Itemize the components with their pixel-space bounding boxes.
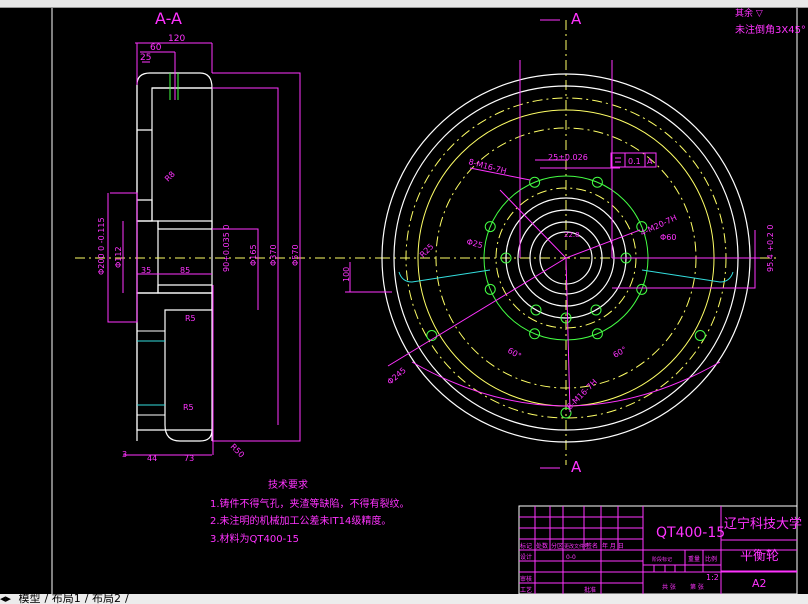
scale-label: 比例 [705, 555, 717, 563]
roughness-note: 其余 ▽ [735, 7, 763, 19]
dim-label: 120 [168, 34, 185, 44]
dim-label: 60° [612, 345, 629, 360]
rim-bottom-hatch [136, 292, 213, 442]
bolt-hole [694, 330, 706, 341]
dim-label: Φ570 [291, 244, 300, 266]
dim-label: 44 [147, 454, 157, 463]
dim-label: A [647, 157, 653, 166]
dim-label: 85 [180, 266, 190, 275]
dim-label: 8-M16-7H [467, 157, 507, 176]
keyway [157, 220, 213, 294]
front-view: 25±0.026 0.1 A 8-M16-7H R25 Φ25 100 Φ245… [342, 10, 780, 476]
dim-label: 95.4 +0.2 0 [766, 225, 775, 272]
layout-tabs: ◂▸ 模型 / 布局1/ 布局2/ [0, 594, 808, 604]
weight-label: 重量 [688, 555, 700, 563]
dim-label: 73 [184, 454, 194, 463]
header-cell: 签名 [586, 542, 598, 550]
dim-label: 90+0.035 0 [222, 225, 231, 272]
row-label: 设计 [520, 553, 532, 561]
sheet-number: 第 张 [690, 583, 704, 591]
dim-label: 25 [140, 53, 151, 63]
tab-nav-arrows[interactable]: ◂▸ [0, 594, 11, 604]
material-label: QT400-15 [656, 525, 725, 541]
dim-label: Φ112 [114, 246, 123, 268]
dim-label: R8 [163, 170, 177, 184]
dim-label: Φ165 [249, 244, 258, 266]
tab-model[interactable]: 模型 [19, 594, 41, 604]
row-label: 审核 [520, 575, 532, 583]
dim-label: R5 [185, 314, 196, 323]
header-cell: 年 月 日 [602, 542, 624, 550]
note-item: 1.铸件不得气孔，夹渣等缺陷，不得有裂纹。 [210, 497, 410, 510]
dim-label: 35 [141, 266, 151, 275]
dim-label: 3 [122, 450, 127, 459]
note-item: 2.未注明的机械加工公差未IT14级精度。 [210, 514, 391, 527]
header-cell: 分区 [551, 542, 563, 550]
tab-layout2[interactable]: 布局2 [92, 594, 121, 604]
stage-label: 阶段标记 [652, 556, 672, 563]
cad-drawing-canvas[interactable]: A-A 120 60 25 R8 35 85 Φ200 0 -0.115 Φ11… [0, 0, 808, 604]
chamfer-note: 未注倒角3X45° [735, 23, 806, 36]
dim-label: 60 [150, 43, 162, 53]
section-title: A-A [155, 9, 182, 28]
design-date: 0-0 [566, 554, 576, 561]
dim-label: 22.8 [564, 231, 580, 239]
approve-label: 批准 [584, 586, 596, 594]
dim-label: Φ370 [269, 244, 278, 266]
dim-label: Φ200 0 -0.115 [97, 217, 106, 275]
total-sheets: 共 张 [662, 583, 676, 591]
section-mark-bottom: A [571, 458, 582, 476]
technical-requirements: 技术要求 1.铸件不得气孔，夹渣等缺陷，不得有裂纹。 2.未注明的机械加工公差未… [210, 478, 410, 545]
part-name: 平衡轮 [740, 549, 779, 564]
university-label: 辽宁科技大学 [724, 516, 802, 532]
header-cell: 处数 [536, 542, 548, 550]
dim-label: Φ25 [465, 237, 483, 250]
dim-label: Φ60 [660, 233, 676, 242]
note-item: 3.材料为QT400-15 [210, 532, 299, 545]
section-view: A-A 120 60 25 R8 35 85 Φ200 0 -0.115 Φ11… [75, 9, 380, 463]
dim-label: R25 [418, 242, 436, 260]
row-label: 工艺 [520, 586, 532, 594]
dim-label: R50 [229, 442, 247, 460]
notes-title: 技术要求 [268, 478, 308, 491]
scale-value: 1:2 [706, 573, 719, 582]
title-block: QT400-15 辽宁科技大学 平衡轮 A2 1:2 标记 处数 分区 更改文件… [518, 505, 802, 595]
section-mark-top: A [571, 10, 582, 28]
dim-label: 100 [342, 267, 351, 282]
dim-label: 60° [506, 346, 523, 361]
dim-label: 25±0.026 [548, 153, 588, 162]
sheet-size: A2 [752, 577, 767, 590]
dim-label: 6-M16-7H [565, 377, 599, 411]
dim-label: R5 [183, 403, 194, 412]
header-cell: 标记 [520, 542, 532, 550]
hub-bore [136, 220, 159, 294]
dim-label: 0.1 [628, 157, 641, 166]
tab-layout1[interactable]: 布局1 [52, 594, 81, 604]
dim-label: Φ245 [386, 366, 408, 387]
